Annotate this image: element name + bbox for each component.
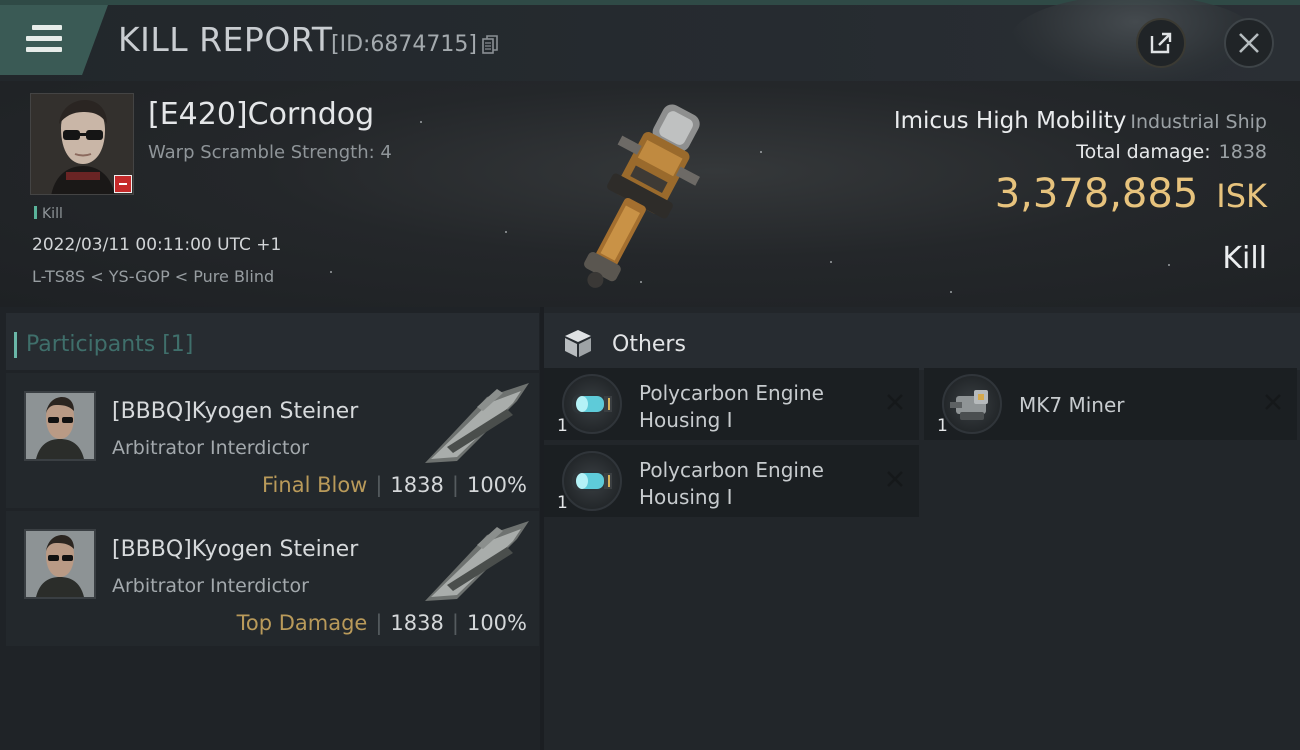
kill-summary: [E420]Corndog Warp Scramble Strength: 4 …	[0, 81, 1300, 307]
others-header: Others	[544, 313, 1300, 370]
item-quantity: 1	[557, 493, 568, 513]
participant-damage: 1838	[390, 611, 444, 635]
participant-percent: 100%	[466, 611, 527, 635]
participant-row[interactable]: [BBBQ]Kyogen Steiner Arbitrator Interdic…	[6, 511, 539, 646]
participant-avatar	[26, 531, 94, 597]
participant-stats: Top Damage | 1838 | 100%	[236, 611, 527, 635]
isk-unit: ISK	[1216, 177, 1267, 215]
engine-housing-icon	[562, 374, 622, 434]
isk-amount: 3,378,885	[994, 171, 1199, 217]
ship-class: Industrial Ship	[1130, 111, 1267, 133]
item-slot[interactable]: 1 Polycarbon Engine Housing I	[544, 368, 919, 440]
participant-ship-image	[425, 383, 529, 463]
destroyed-x-icon	[887, 471, 903, 487]
cargo-box-icon	[565, 330, 591, 357]
item-name: Polycarbon Engine Housing I	[639, 458, 824, 509]
total-damage-label: Total damage:	[1076, 141, 1211, 163]
participant-stats: Final Blow | 1838 | 100%	[262, 473, 527, 497]
item-quantity: 1	[937, 416, 948, 436]
total-damage: Total damage: 1838	[1076, 141, 1267, 163]
participant-row[interactable]: [BBBQ]Kyogen Steiner Arbitrator Interdic…	[6, 373, 539, 508]
total-damage-value: 1838	[1218, 141, 1267, 163]
kill-result: Kill	[1222, 241, 1267, 276]
item-slot[interactable]: 1 MK7 Miner	[924, 368, 1297, 440]
security-status-badge	[114, 175, 132, 193]
mining-laser-icon	[942, 374, 1002, 434]
participants-title: Participants [1]	[13, 332, 194, 358]
victim-subtitle: Warp Scramble Strength: 4	[148, 142, 392, 163]
share-icon	[1150, 32, 1172, 54]
others-title: Others	[612, 332, 686, 357]
copy-icon[interactable]	[482, 35, 498, 55]
item-quantity: 1	[557, 416, 568, 436]
share-button[interactable]	[1136, 18, 1186, 68]
participant-name[interactable]: [BBBQ]Kyogen Steiner	[112, 399, 358, 424]
item-slot[interactable]: 1 Polycarbon Engine Housing I	[544, 445, 919, 517]
items-panel: Others 1 Polycarbon Engine Housing I 1 P…	[544, 307, 1300, 750]
ship-type-name: Imicus High Mobility	[893, 108, 1127, 134]
destroyed-x-icon	[1265, 394, 1281, 410]
menu-icon	[26, 25, 62, 55]
victim-name[interactable]: [E420]Corndog	[148, 97, 374, 132]
item-name: MK7 Miner	[1019, 393, 1125, 417]
victim-ship-name[interactable]: Imicus High Mobility Industrial Ship	[894, 108, 1267, 134]
participants-header: Participants [1]	[6, 313, 539, 370]
destroyed-x-icon	[887, 394, 903, 410]
participant-ship: Arbitrator Interdictor	[112, 575, 309, 597]
participant-name[interactable]: [BBBQ]Kyogen Steiner	[112, 537, 358, 562]
kill-type-tag: Kill	[34, 206, 63, 222]
participant-percent: 100%	[466, 473, 527, 497]
participant-ship-image	[425, 521, 529, 601]
participant-damage: 1838	[390, 473, 444, 497]
planet-background	[1010, 0, 1260, 85]
participant-avatar	[26, 393, 94, 459]
page-title: KILL REPORT	[118, 20, 333, 59]
close-button[interactable]	[1224, 18, 1274, 68]
empty-row	[6, 649, 539, 749]
participants-panel: Participants [1] [BBBQ]Kyogen Steiner Ar…	[0, 307, 540, 750]
close-icon	[1239, 33, 1259, 53]
kill-location[interactable]: L-TS8S < YS-GOP < Pure Blind	[32, 267, 274, 286]
kill-timestamp: 2022/03/11 00:11:00 UTC +1	[32, 235, 282, 255]
participant-tag: Top Damage	[236, 611, 368, 635]
participant-portrait[interactable]	[24, 529, 96, 599]
report-id: [ID:6874715]	[331, 32, 477, 57]
participant-ship: Arbitrator Interdictor	[112, 437, 309, 459]
victim-ship-image	[584, 104, 700, 288]
participant-portrait[interactable]	[24, 391, 96, 461]
engine-housing-icon	[562, 451, 622, 511]
item-name: Polycarbon Engine Housing I	[639, 381, 824, 432]
participant-tag: Final Blow	[262, 473, 368, 497]
isk-value: 3,378,885 ISK	[995, 171, 1267, 217]
